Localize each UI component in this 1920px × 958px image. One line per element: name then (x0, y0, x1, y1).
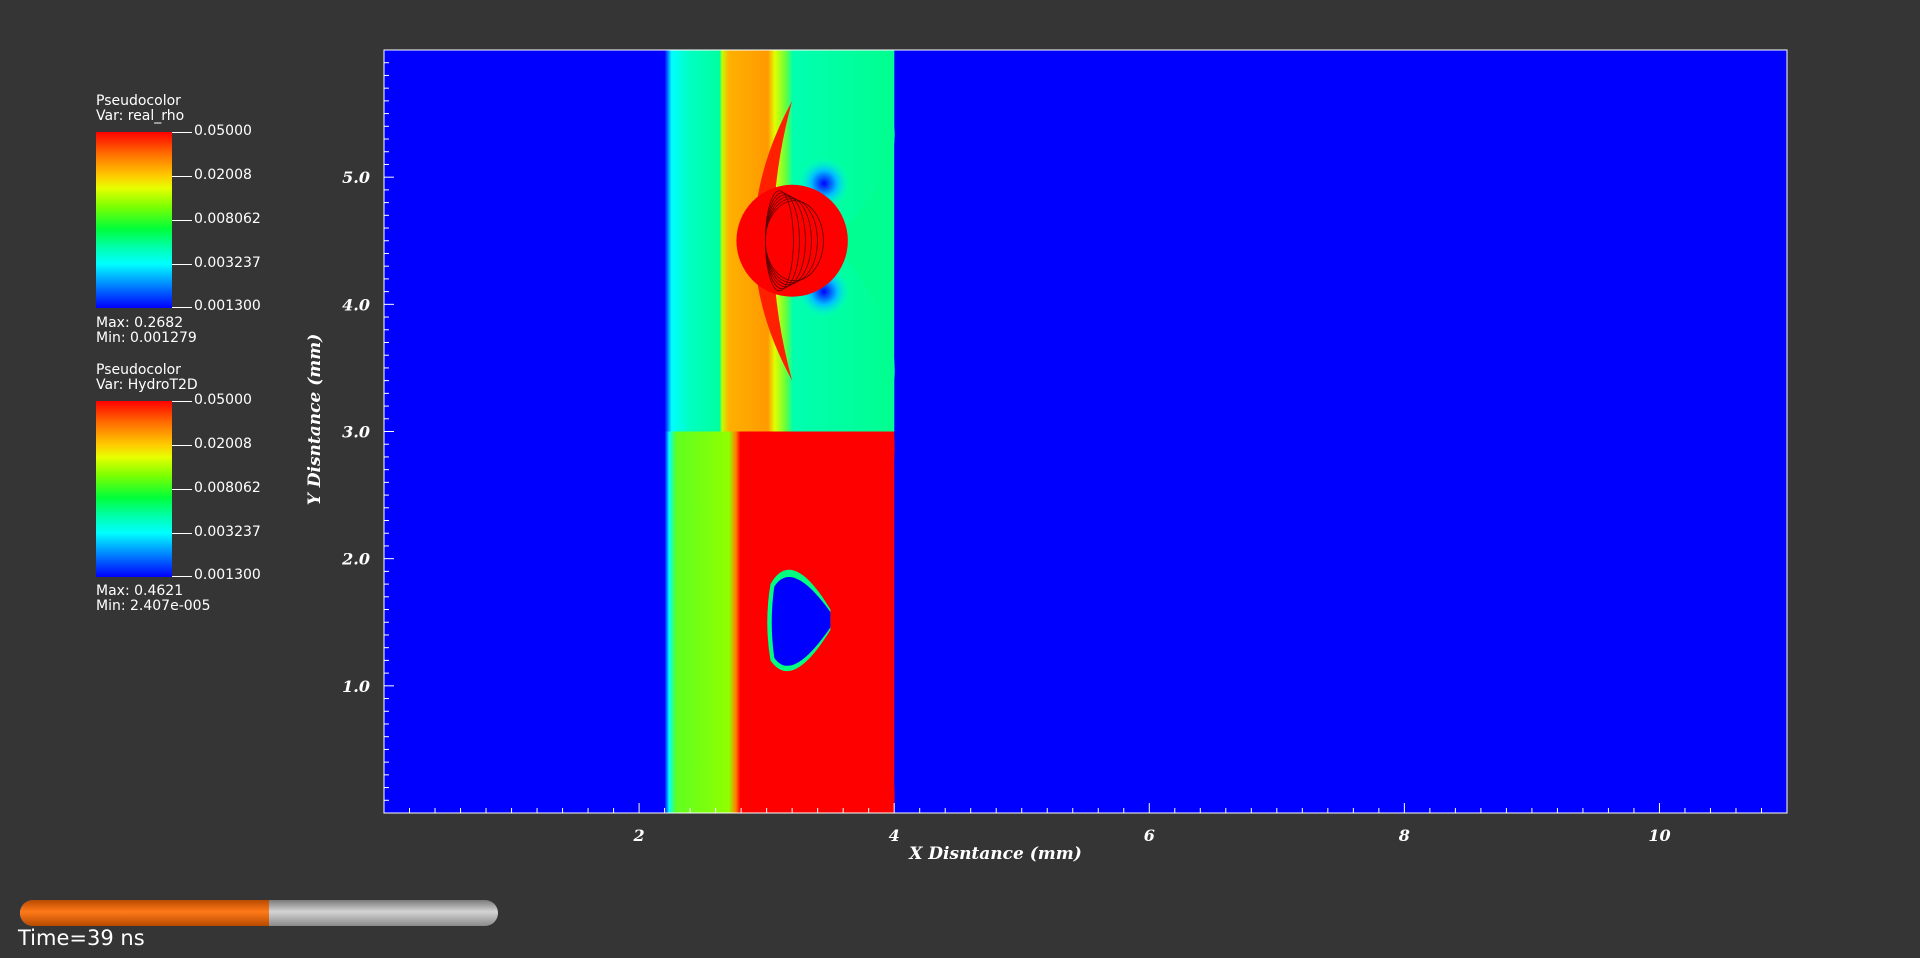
y-tick-label: 4.0 (342, 295, 370, 314)
y-tick-label: 2.0 (341, 550, 370, 569)
time-progress-bar[interactable] (20, 900, 498, 926)
y-axis-label: Y Disntance (mm) (305, 334, 325, 506)
x-tick-label: 4 (889, 826, 900, 845)
time-progress-fill (20, 900, 269, 926)
y-tick-label: 1.0 (342, 677, 370, 696)
x-axis-label: X Disntance (mm) (908, 844, 1082, 864)
x-tick-label: 6 (1144, 826, 1155, 845)
x-tick-label: 10 (1648, 826, 1670, 845)
plot-background-right (896, 50, 1787, 813)
y-tick-label: 3.0 (342, 423, 370, 442)
y-tick-label: 5.0 (342, 168, 370, 187)
pseudocolor-plot[interactable]: 2 4 6 8 10 1.0 2.0 3.0 4.0 5.0 X Disntance (mm) Y D… (0, 0, 1920, 958)
time-label: Time=39 ns (18, 926, 145, 950)
x-tick-label: 2 (633, 826, 645, 845)
x-tick-label: 8 (1398, 826, 1410, 845)
